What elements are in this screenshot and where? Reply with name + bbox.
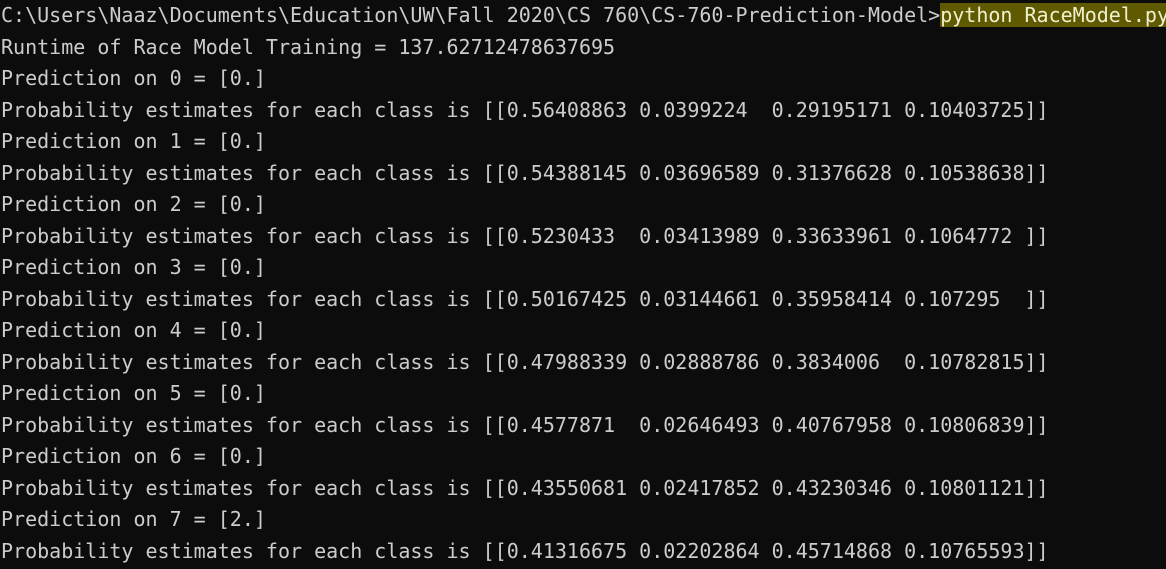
probability-line: Probability estimates for each class is … [1,538,1049,563]
prediction-line: Prediction on 0 = [0.] [1,66,266,90]
probability-line: Probability estimates for each class is … [1,97,1049,122]
probability-line: Probability estimates for each class is … [1,160,1049,185]
prediction-line: Prediction on 6 = [0.] [1,444,266,468]
probability-line: Probability estimates for each class is … [1,349,1049,374]
command-text[interactable]: python RaceModel.py [940,3,1166,27]
prompt-path: C:\Users\Naaz\Documents\Education\UW\Fal… [1,3,941,27]
prediction-line: Prediction on 4 = [0.] [1,318,266,342]
probability-line: Probability estimates for each class is … [1,475,1049,500]
probability-line: Probability estimates for each class is … [1,286,1049,311]
terminal-window[interactable]: C:\Users\Naaz\Documents\Education\UW\Fal… [0,0,1166,569]
runtime-output-line: Runtime of Race Model Training = 137.627… [1,34,616,59]
prediction-line: Prediction on 7 = [2.] [1,507,266,531]
prediction-line: Prediction on 3 = [0.] [1,255,266,279]
prediction-line: Prediction on 1 = [0.] [1,129,266,153]
command-line[interactable]: C:\Users\Naaz\Documents\Education\UW\Fal… [1,0,1166,32]
prediction-line: Prediction on 5 = [0.] [1,381,266,405]
probability-line: Probability estimates for each class is … [1,412,1049,437]
prediction-line: Prediction on 2 = [0.] [1,192,266,216]
probability-line: Probability estimates for each class is … [1,223,1049,248]
